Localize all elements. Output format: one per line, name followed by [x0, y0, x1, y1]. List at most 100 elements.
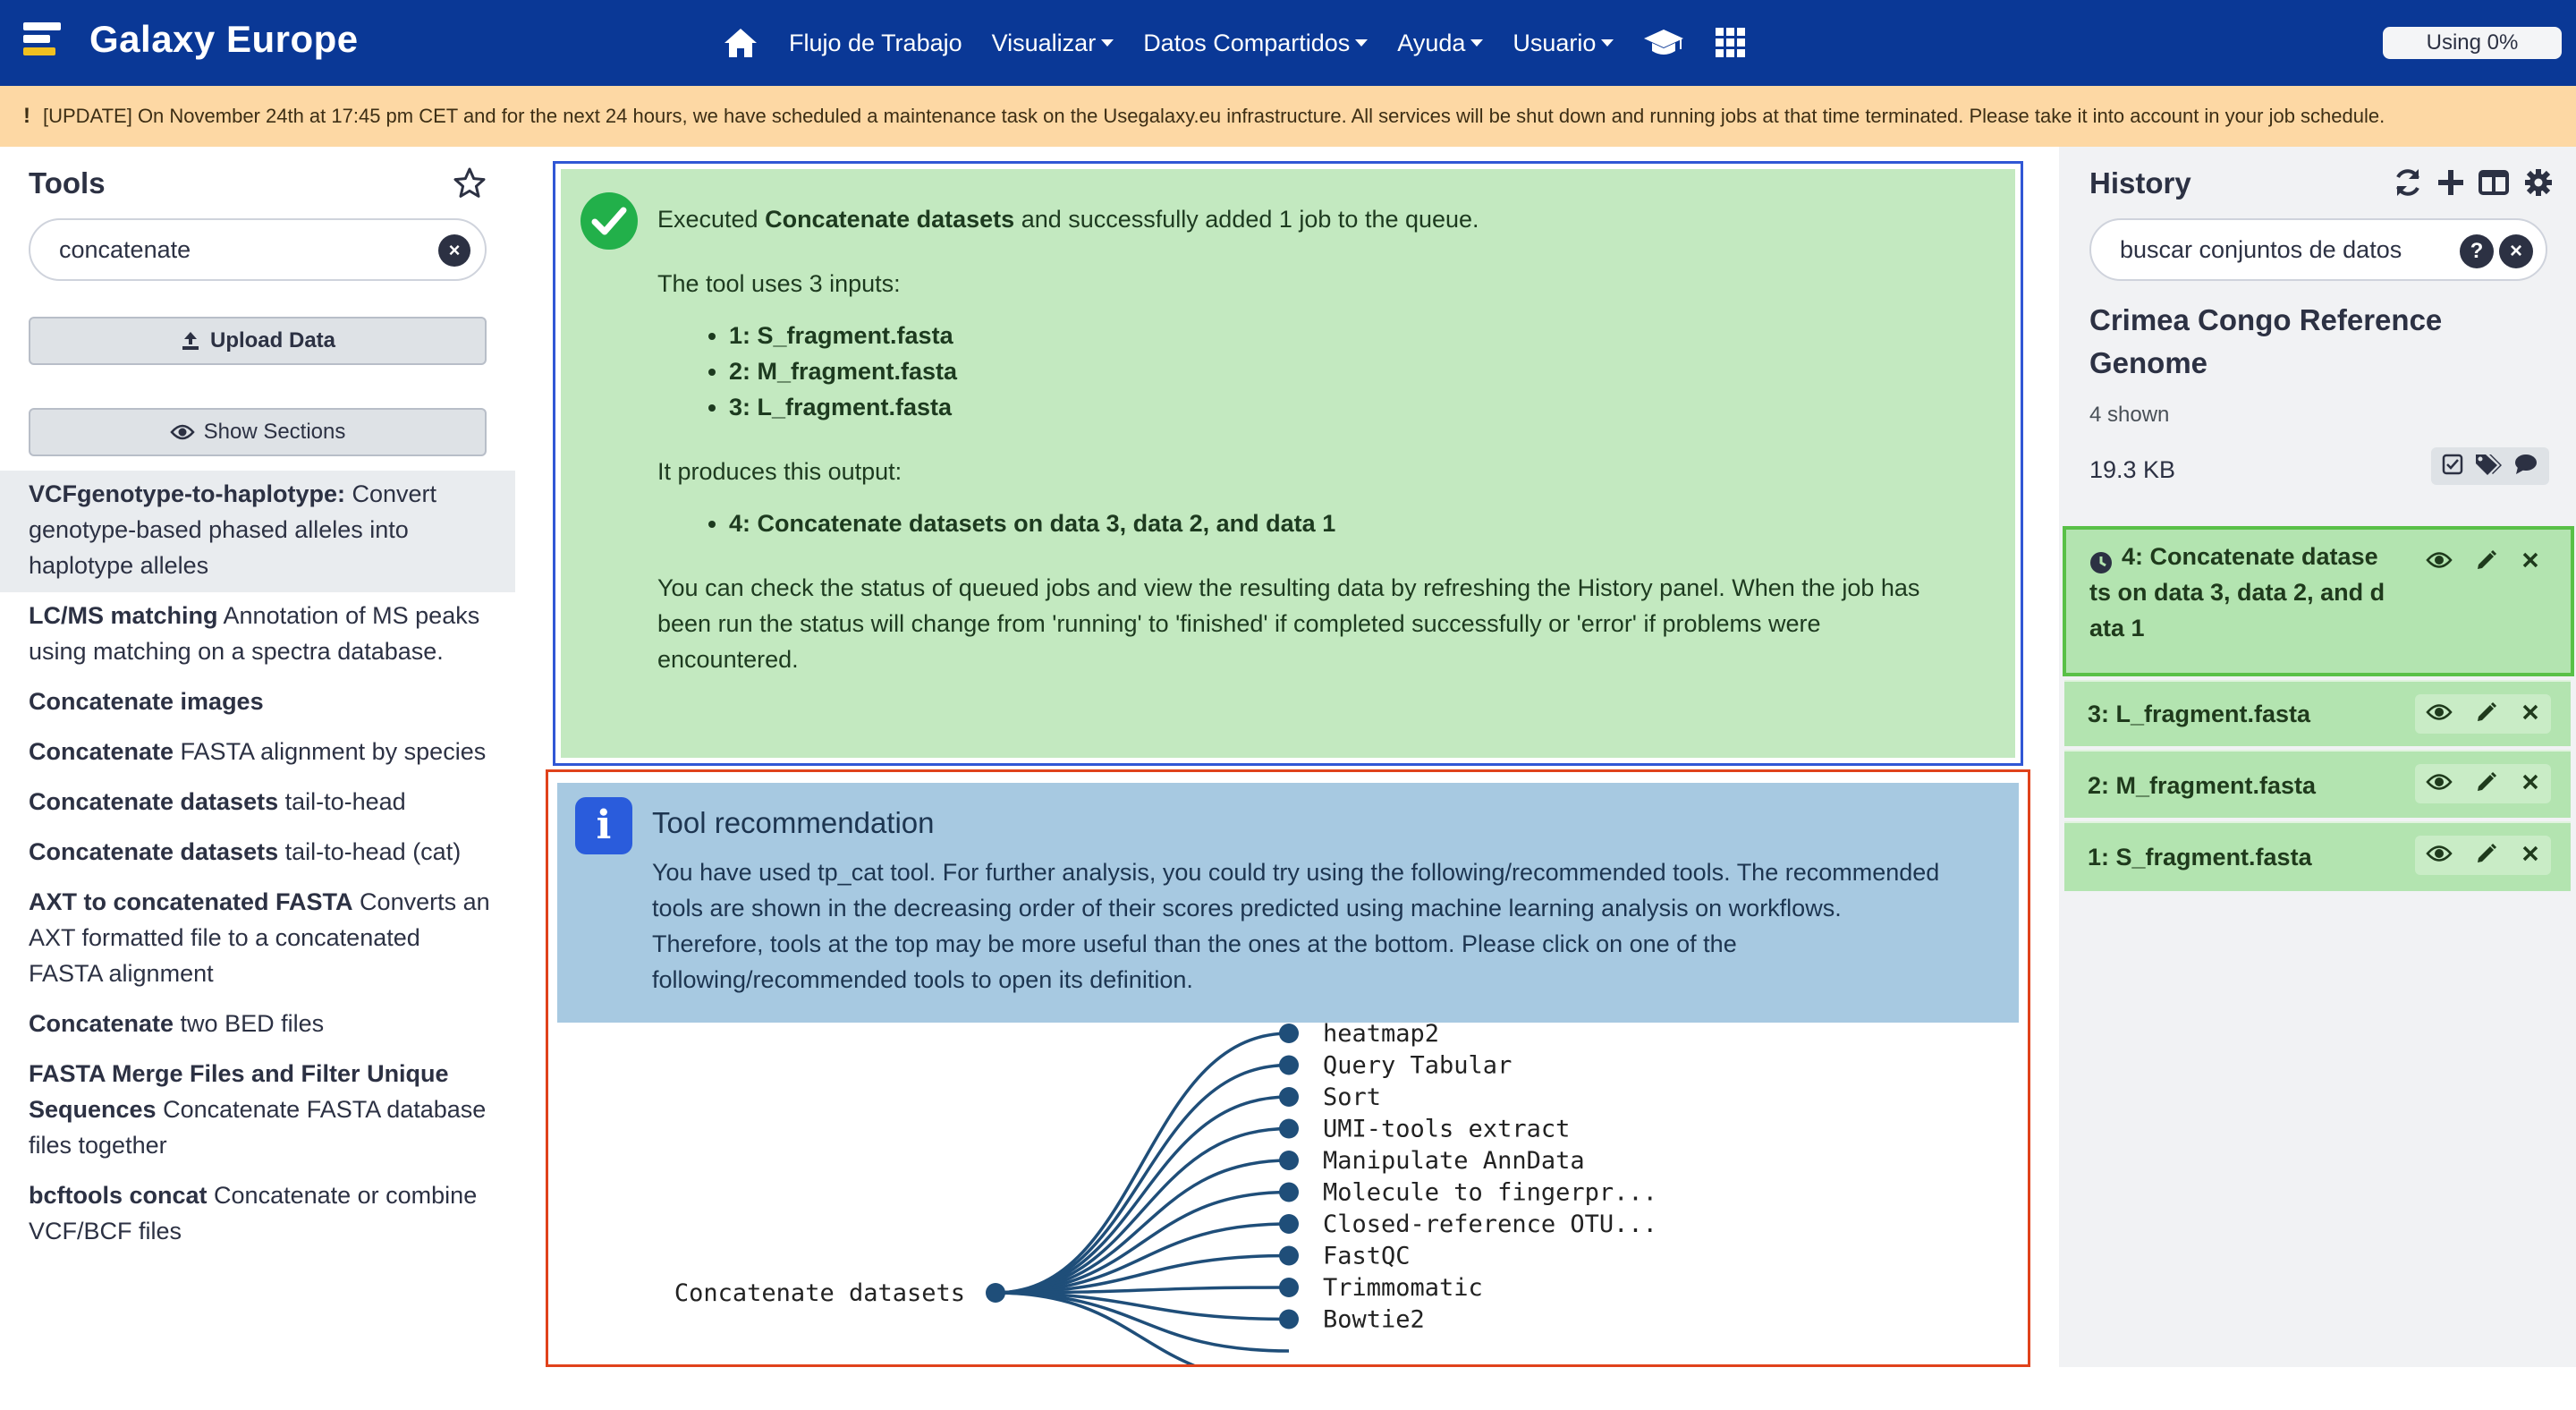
delete-x-icon[interactable] — [2521, 550, 2540, 574]
recommended-tool-label[interactable]: Closed-reference OTU... — [1323, 1210, 1657, 1238]
delete-x-icon[interactable] — [2521, 772, 2540, 796]
show-sections-button[interactable]: Show Sections — [29, 408, 487, 456]
brand-title[interactable]: Galaxy Europe — [89, 18, 359, 61]
eye-icon[interactable] — [2426, 772, 2453, 796]
nav-shared-data[interactable]: Datos Compartidos — [1143, 30, 1368, 57]
gear-icon[interactable] — [2522, 166, 2555, 199]
quota-meter[interactable]: Using 0% — [2383, 27, 2562, 59]
tags-icon[interactable] — [2474, 453, 2503, 480]
nav-workflow[interactable]: Flujo de Trabajo — [789, 30, 962, 57]
star-icon[interactable] — [453, 166, 487, 205]
tree-leaf-node[interactable] — [1279, 1182, 1299, 1202]
outputs-list: 4: Concatenate datasets on data 3, data … — [729, 505, 1944, 541]
clear-search-icon[interactable]: × — [2499, 234, 2533, 268]
refresh-icon[interactable] — [2392, 166, 2424, 199]
plus-icon[interactable] — [2436, 166, 2465, 199]
clear-search-icon[interactable]: × — [438, 234, 470, 267]
tree-link — [995, 1190, 1290, 1295]
inputs-heading: The tool uses 3 inputs: — [657, 270, 901, 297]
recommended-tool-label[interactable]: Trimmomatic — [1323, 1274, 1483, 1302]
tool-panel: Tools concatenate × Upload Data Show Sec… — [0, 147, 515, 1367]
columns-icon[interactable] — [2478, 166, 2510, 199]
tree-leaf-node[interactable] — [1279, 1024, 1299, 1043]
tool-panel-title: Tools — [29, 166, 106, 200]
tree-leaf-node[interactable] — [1279, 1309, 1299, 1329]
tree-leaf-node[interactable] — [1279, 1087, 1299, 1107]
tool-item[interactable]: bcftools concat Concatenate or combine V… — [0, 1172, 515, 1258]
tree-leaf-node[interactable] — [1279, 1055, 1299, 1075]
tool-item[interactable]: FASTA Merge Files and Filter Unique Sequ… — [0, 1050, 515, 1172]
navbar: Galaxy Europe Flujo de Trabajo Visualiza… — [0, 0, 2576, 86]
tree-root-node — [986, 1283, 1005, 1303]
recommendation-text: You have used tp_cat tool. For further a… — [652, 859, 1940, 993]
tree-leaf-node[interactable] — [1279, 1278, 1299, 1297]
recommended-tool-label[interactable]: Sort — [1323, 1083, 1381, 1111]
delete-x-icon[interactable] — [2521, 702, 2540, 726]
delete-x-icon[interactable] — [2521, 844, 2540, 868]
history-dataset-item[interactable]: 1: S_fragment.fasta — [2064, 821, 2571, 891]
dataset-title[interactable]: 4: Concatenate datase ts on data 3, data… — [2089, 539, 2408, 646]
tool-item[interactable]: Concatenate datasets tail-to-head — [0, 778, 515, 828]
success-summary: Executed Concatenate datasets and succes… — [657, 206, 1479, 233]
nav-visualize[interactable]: Visualizar — [992, 30, 1114, 57]
recommended-tool-label[interactable]: heatmap2 — [1323, 1023, 1439, 1048]
dataset-actions — [2415, 836, 2551, 875]
recommendation-frame: i Tool recommendation You have used tp_c… — [546, 769, 2030, 1367]
eye-icon[interactable] — [2426, 844, 2453, 868]
upload-data-button[interactable]: Upload Data — [29, 317, 487, 365]
tool-item[interactable]: Concatenate images — [0, 678, 515, 728]
tool-item[interactable]: LC/MS matching Annotation of MS peaks us… — [0, 592, 515, 678]
history-dataset-item[interactable]: 4: Concatenate datase ts on data 3, data… — [2063, 526, 2574, 676]
history-search-input[interactable]: buscar conjuntos de datos ? × — [2089, 218, 2547, 281]
dataset-actions — [2415, 764, 2551, 803]
home-icon[interactable] — [723, 27, 758, 59]
tree-leaf-node[interactable] — [1279, 1245, 1299, 1266]
history-shown-count: 4 shown — [2089, 403, 2170, 427]
history-dataset-item[interactable]: 2: M_fragment.fasta — [2064, 750, 2571, 818]
tree-leaf-node[interactable] — [1279, 1151, 1299, 1170]
dataset-title[interactable]: 2: M_fragment.fasta — [2088, 768, 2316, 803]
pencil-icon[interactable] — [2475, 701, 2498, 728]
eye-icon[interactable] — [2426, 550, 2453, 574]
tool-item[interactable]: VCFgenotype-to-haplotype: Convert genoty… — [0, 471, 515, 592]
job-success-frame: Executed Concatenate datasets and succes… — [553, 161, 2023, 766]
comment-icon[interactable] — [2513, 453, 2538, 480]
apps-grid-icon[interactable] — [1715, 27, 1747, 59]
recommended-tool-label[interactable]: Bowtie2 — [1323, 1306, 1425, 1334]
pencil-icon[interactable] — [2475, 770, 2498, 798]
tool-item[interactable]: Concatenate two BED files — [0, 1000, 515, 1050]
pencil-icon[interactable] — [2475, 842, 2498, 870]
tool-item[interactable]: Concatenate FASTA alignment by species — [0, 728, 515, 778]
recommended-tool-label[interactable]: Query Tabular — [1323, 1052, 1512, 1080]
tree-link — [995, 1291, 1290, 1353]
input-item: 3: L_fragment.fasta — [729, 389, 1944, 425]
eye-icon[interactable] — [2426, 702, 2453, 726]
galaxy-logo-icon — [23, 19, 64, 60]
recommended-tool-label[interactable]: Molecule to fingerpr... — [1323, 1179, 1657, 1207]
pencil-icon[interactable] — [2475, 548, 2498, 576]
history-mini-toolbar — [2431, 447, 2549, 485]
recommended-tool-label[interactable]: UMI-tools extract — [1323, 1116, 1570, 1143]
recommended-tool-label[interactable]: FastQC — [1323, 1243, 1411, 1270]
dataset-title[interactable]: 1: S_fragment.fasta — [2088, 839, 2312, 875]
nav-help[interactable]: Ayuda — [1397, 30, 1484, 57]
history-dataset-item[interactable]: 3: L_fragment.fasta — [2064, 680, 2571, 746]
history-size: 19.3 KB — [2089, 456, 2176, 483]
chevron-down-icon — [1601, 39, 1614, 47]
center-panel: Executed Concatenate datasets and succes… — [533, 147, 2041, 1367]
history-name[interactable]: Crimea Congo Reference Genome — [2089, 299, 2537, 385]
check-circle-icon — [580, 192, 638, 250]
tool-item[interactable]: AXT to concatenated FASTA Converts an AX… — [0, 879, 515, 1000]
upload-icon — [180, 330, 201, 352]
tool-item[interactable]: Concatenate datasets tail-to-head (cat) — [0, 828, 515, 879]
graduation-cap-icon[interactable] — [1643, 28, 1684, 58]
select-checkbox-icon[interactable] — [2442, 454, 2463, 480]
tree-leaf-node[interactable] — [1279, 1214, 1299, 1234]
help-icon[interactable]: ? — [2460, 234, 2494, 268]
tree-leaf-node[interactable] — [1279, 1118, 1299, 1139]
recommended-tool-label[interactable]: Manipulate AnnData — [1323, 1147, 1585, 1175]
dataset-title[interactable]: 3: L_fragment.fasta — [2088, 696, 2310, 732]
nav-user[interactable]: Usuario — [1513, 30, 1614, 57]
brand-link[interactable]: Galaxy Europe — [23, 18, 359, 61]
tool-search-input[interactable]: concatenate × — [29, 218, 487, 281]
